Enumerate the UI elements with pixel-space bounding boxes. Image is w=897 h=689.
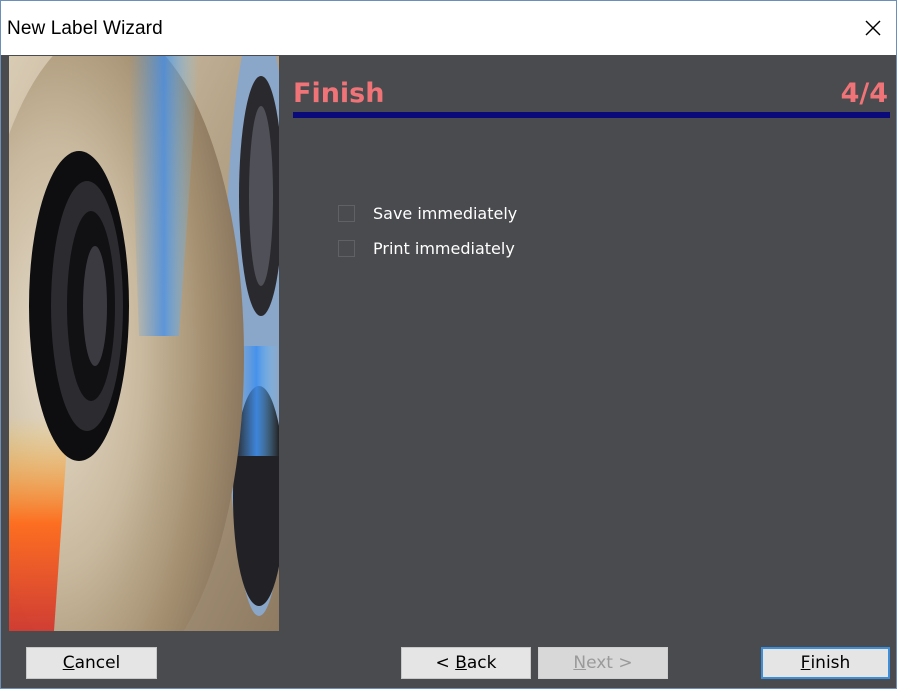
cancel-mnemonic: C xyxy=(62,653,75,673)
back-button[interactable]: < Back xyxy=(401,647,531,679)
wizard-side-image xyxy=(9,56,279,631)
next-mnemonic: N xyxy=(573,653,587,673)
print-immediately-checkbox[interactable] xyxy=(338,239,355,257)
finish-button[interactable]: Finish xyxy=(761,647,890,679)
cancel-label: ancel xyxy=(74,653,121,673)
save-immediately-option[interactable]: Save immediately xyxy=(338,203,517,223)
back-label: ack xyxy=(466,653,497,673)
next-label: ext xyxy=(586,653,613,673)
heading-divider xyxy=(293,112,890,118)
button-bar: Cancel < Back Next > Finish xyxy=(1,631,896,688)
save-immediately-label: Save immediately xyxy=(373,203,518,223)
cancel-button[interactable]: Cancel xyxy=(26,647,157,679)
title-bar: New Label Wizard xyxy=(1,1,896,55)
compact-disc-illustration xyxy=(9,56,279,631)
back-mnemonic: B xyxy=(455,653,467,673)
page-title: Finish xyxy=(293,78,385,109)
print-immediately-label: Print immediately xyxy=(373,238,515,258)
step-indicator: 4/4 xyxy=(840,78,888,109)
save-immediately-checkbox[interactable] xyxy=(338,204,355,222)
wizard-content: Finish 4/4 Save immediately Print immedi… xyxy=(279,56,896,631)
print-immediately-option[interactable]: Print immediately xyxy=(338,238,515,258)
wizard-window: New Label Wizard Finish 4/4 Save immedia… xyxy=(0,0,897,689)
close-icon xyxy=(865,20,881,36)
finish-label: inish xyxy=(810,653,851,673)
finish-mnemonic: F xyxy=(800,653,811,673)
next-suffix: > xyxy=(612,653,633,673)
window-title: New Label Wizard xyxy=(7,18,163,39)
back-prefix: < xyxy=(435,653,456,673)
close-button[interactable] xyxy=(850,1,896,55)
next-button[interactable]: Next > xyxy=(538,647,668,679)
